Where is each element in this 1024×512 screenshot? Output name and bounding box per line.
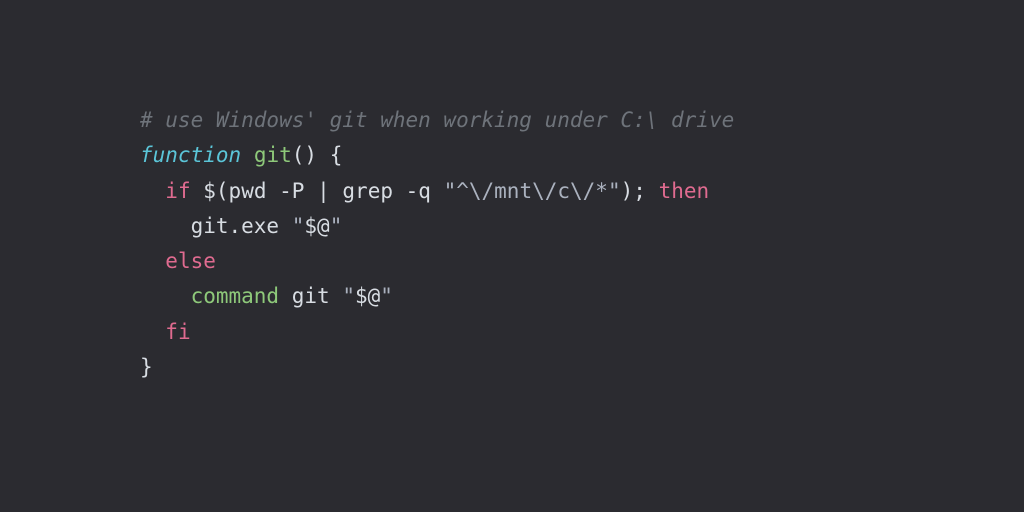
parens: () bbox=[292, 143, 317, 167]
cmd-subst-open: $( bbox=[203, 179, 228, 203]
var-args: $@ bbox=[355, 284, 380, 308]
keyword-else: else bbox=[165, 249, 216, 273]
spacer bbox=[431, 179, 444, 203]
keyword-then: then bbox=[659, 179, 710, 203]
spacer bbox=[279, 214, 292, 238]
keyword-fi: fi bbox=[165, 320, 190, 344]
indent bbox=[140, 320, 165, 344]
cmd-grep: grep bbox=[342, 179, 393, 203]
keyword-if: if bbox=[165, 179, 190, 203]
spacer bbox=[646, 179, 659, 203]
spacer bbox=[191, 179, 204, 203]
indent bbox=[140, 249, 165, 273]
close-brace: } bbox=[140, 355, 153, 379]
quote-open: " bbox=[342, 284, 355, 308]
function-name: git bbox=[254, 143, 292, 167]
quote-open: " bbox=[292, 214, 305, 238]
comment-line: # use Windows' git when working under C:… bbox=[140, 108, 734, 132]
flag-p: -P bbox=[279, 179, 304, 203]
indent bbox=[140, 179, 165, 203]
var-args: $@ bbox=[304, 214, 329, 238]
builtin-command: command bbox=[191, 284, 280, 308]
spacer bbox=[279, 284, 292, 308]
keyword-function: function bbox=[140, 143, 241, 167]
spacer bbox=[393, 179, 406, 203]
code-block: # use Windows' git when working under C:… bbox=[0, 0, 1024, 385]
indent bbox=[140, 284, 191, 308]
cmd-pwd: pwd bbox=[229, 179, 267, 203]
spacer bbox=[330, 179, 343, 203]
quote-close: " bbox=[380, 284, 393, 308]
cmd-git: git bbox=[292, 284, 330, 308]
quote-close: " bbox=[330, 214, 343, 238]
semicolon: ; bbox=[633, 179, 646, 203]
open-brace: { bbox=[317, 143, 342, 167]
indent bbox=[140, 214, 191, 238]
flag-q: -q bbox=[406, 179, 431, 203]
pipe: | bbox=[317, 179, 330, 203]
cmd-gitexe: git.exe bbox=[191, 214, 280, 238]
regex-string: "^\/mnt\/c\/*" bbox=[444, 179, 621, 203]
cmd-subst-close: ) bbox=[621, 179, 634, 203]
spacer bbox=[330, 284, 343, 308]
spacer bbox=[304, 179, 317, 203]
spacer bbox=[266, 179, 279, 203]
